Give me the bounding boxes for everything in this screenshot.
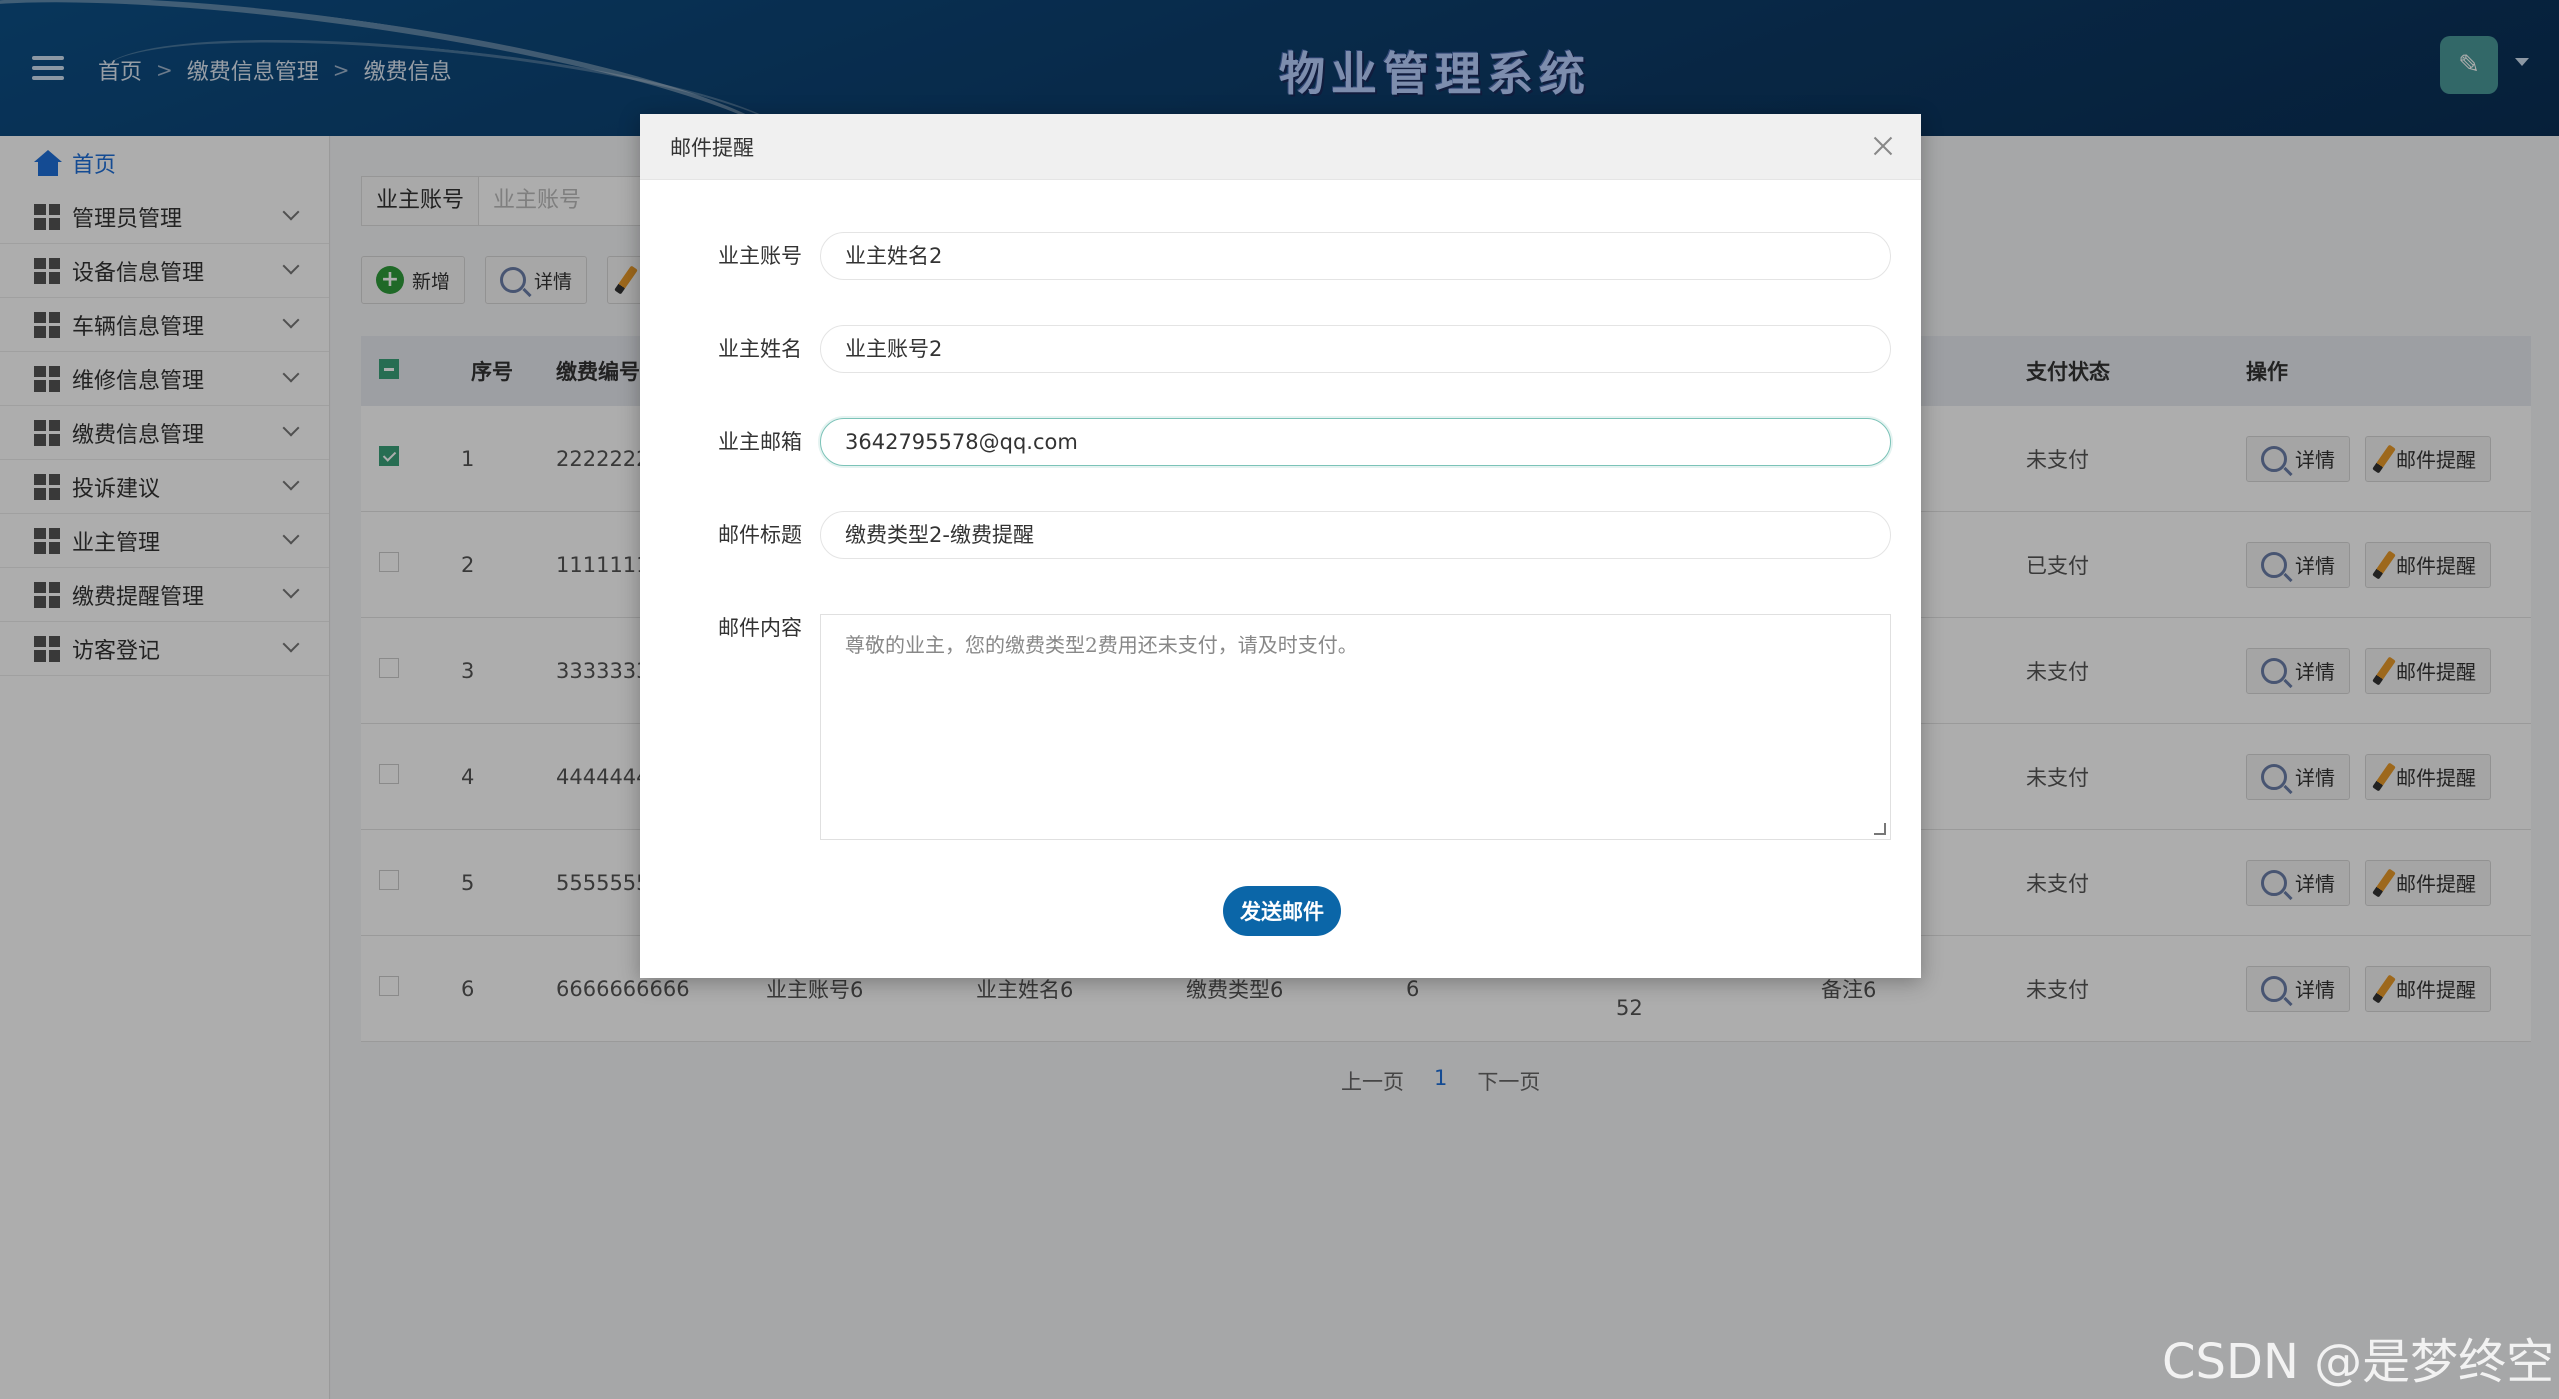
owner-account-label: 业主账号 [718, 244, 802, 268]
watermark: CSDN @是梦终空 [2162, 1334, 2555, 1390]
mail-content-label: 邮件内容 [718, 616, 802, 640]
mail-content-textarea[interactable]: 尊敬的业主，您的缴费类型2费用还未支付，请及时支付。 [820, 614, 1891, 840]
mail-reminder-dialog: 邮件提醒 业主账号 业主姓名2 业主姓名 业主账号2 业主邮箱 36427955… [640, 114, 1921, 978]
send-mail-button[interactable]: 发送邮件 [1223, 886, 1341, 936]
mail-subject-field[interactable]: 缴费类型2-缴费提醒 [820, 511, 1891, 559]
owner-email-label: 业主邮箱 [718, 430, 802, 454]
close-icon[interactable] [1871, 134, 1895, 158]
owner-account-field[interactable]: 业主姓名2 [820, 232, 1891, 280]
mail-subject-label: 邮件标题 [718, 523, 802, 547]
dialog-header: 邮件提醒 [640, 114, 1921, 180]
owner-name-field[interactable]: 业主账号2 [820, 325, 1891, 373]
owner-email-field[interactable]: 3642795578@qq.com [820, 418, 1891, 466]
dialog-title: 邮件提醒 [670, 135, 754, 160]
mail-content-text: 尊敬的业主，您的缴费类型2费用还未支付，请及时支付。 [845, 633, 1358, 657]
owner-name-label: 业主姓名 [718, 337, 802, 361]
resize-handle-icon[interactable] [1874, 823, 1886, 835]
